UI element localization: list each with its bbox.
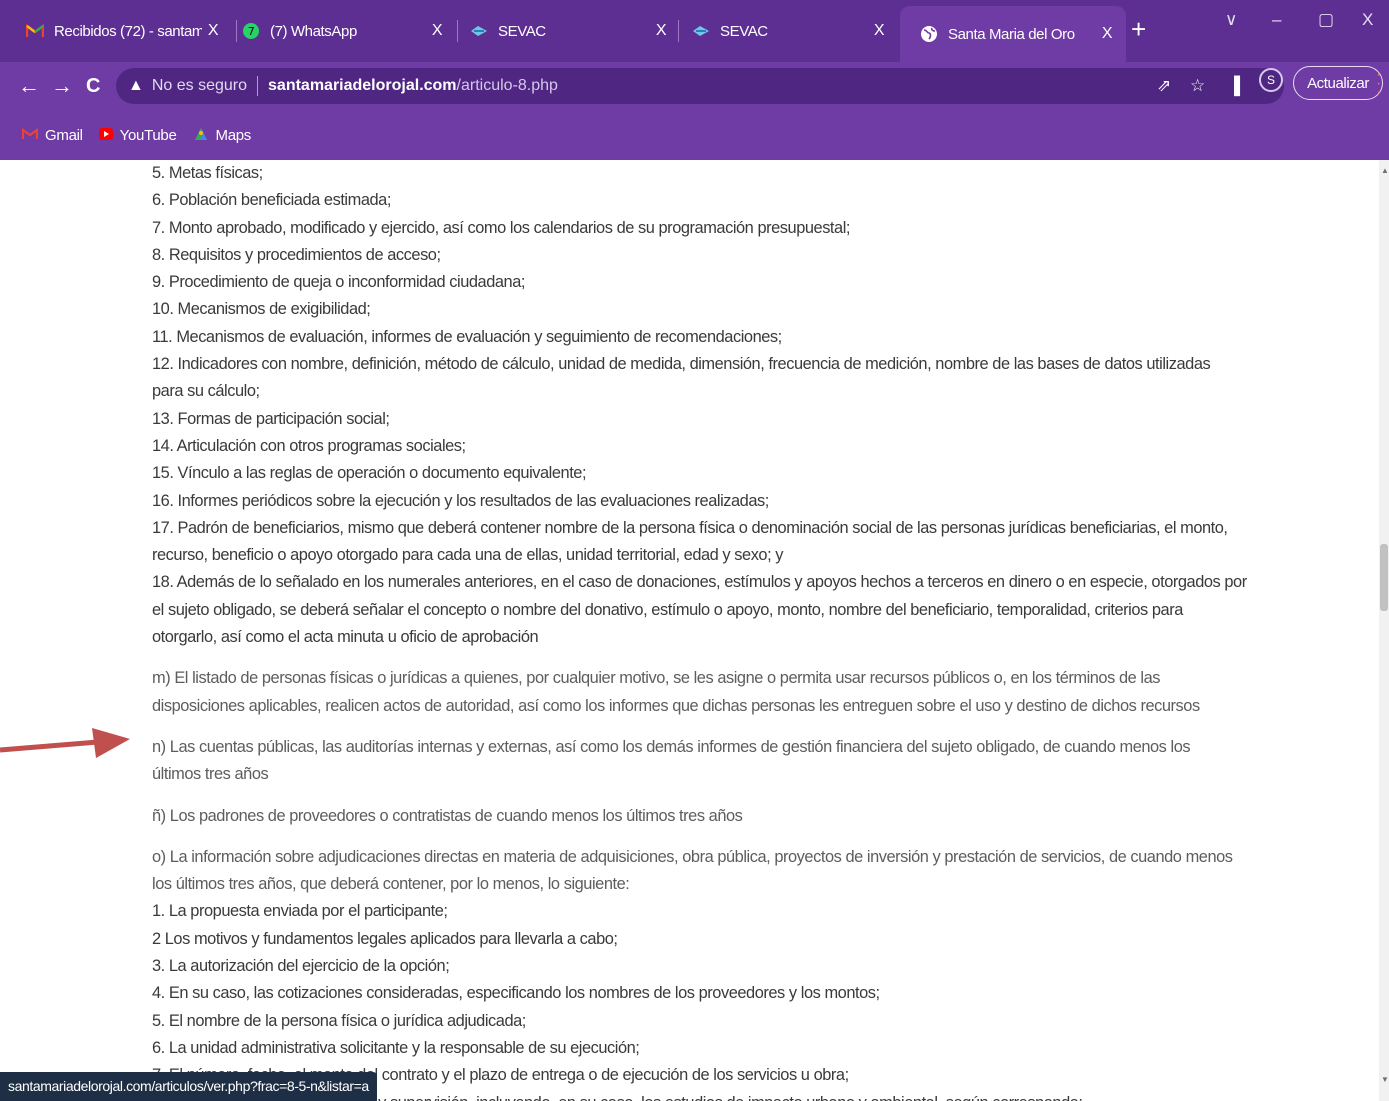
annotation-arrow <box>0 728 130 758</box>
list-item: 5. Metas físicas; <box>152 164 263 182</box>
paragraph-line: disposiciones aplicables, realicen actos… <box>152 696 1200 715</box>
list-item: 18. Además de lo señalado en los numeral… <box>152 573 1247 592</box>
security-label[interactable]: No es seguro <box>152 77 247 95</box>
list-item: 3. La autorización del ejercicio de la o… <box>152 957 450 976</box>
list-item: para su cálculo; <box>152 382 260 401</box>
paragraph-line: ñ) Los padrones de proveedores o contrat… <box>152 806 743 825</box>
close-tab-icon[interactable]: X <box>868 22 890 40</box>
bookmark-label: YouTube <box>119 126 177 144</box>
sevac-icon <box>692 22 710 40</box>
whatsapp-icon: 7 <box>242 22 260 40</box>
scroll-down-arrow-icon[interactable]: ▼ <box>1381 1075 1389 1084</box>
requirements-list: 5. Metas físicas; 6. Población beneficia… <box>152 160 1272 651</box>
new-tab-button[interactable]: + <box>1131 14 1146 44</box>
bookmarks-bar: Gmail YouTube Maps <box>0 110 1389 160</box>
list-item: 12. Indicadores con nombre, definición, … <box>152 355 1211 374</box>
tab-title: Recibidos (72) - santamaria2( <box>54 22 202 40</box>
close-tab-icon[interactable]: X <box>426 22 448 40</box>
tab-sevac-1[interactable]: SEVAC X <box>450 8 680 54</box>
youtube-icon <box>98 127 113 143</box>
list-item: recurso, beneficio o apoyo otorgado para… <box>152 546 784 565</box>
list-item: 2 Los motivos y fundamentos legales apli… <box>152 929 618 948</box>
menu-dots-icon[interactable]: · · · <box>1376 67 1381 101</box>
adjudication-list: 1. La propuesta enviada por el participa… <box>152 898 1272 1101</box>
toolbar: ← → C ▲ No es seguro santamariadelorojal… <box>0 62 1389 110</box>
list-item: 11. Mecanismos de evaluación, informes d… <box>152 327 782 346</box>
close-tab-icon[interactable]: X <box>650 22 672 40</box>
update-button[interactable]: Actualizar <box>1293 66 1383 100</box>
minimize-button[interactable]: – <box>1272 10 1281 30</box>
tab-title: Santa Maria del Oro <box>948 25 1075 43</box>
close-window-button[interactable]: X <box>1362 10 1373 30</box>
tab-strip: Recibidos (72) - santamaria2( X 7 (7) Wh… <box>0 0 1389 62</box>
list-item: 4. En su caso, las cotizaciones consider… <box>152 984 880 1003</box>
side-panel-icon[interactable]: ▐ <box>1228 76 1240 96</box>
gmail-icon <box>26 22 44 40</box>
address-divider <box>257 76 259 96</box>
list-item: 15. Vínculo a las reglas de operación o … <box>152 464 587 483</box>
back-button[interactable]: ← <box>18 72 40 100</box>
scrollbar-thumb[interactable] <box>1380 544 1388 611</box>
close-tab-icon[interactable]: X <box>1096 25 1118 43</box>
avatar[interactable]: S <box>1259 68 1283 92</box>
warning-icon[interactable]: ▲ <box>128 77 144 95</box>
tab-search-icon[interactable]: ∨ <box>1225 10 1237 30</box>
tab-title: (7) WhatsApp <box>270 22 357 40</box>
tab-title: SEVAC <box>498 22 546 40</box>
tab-whatsapp[interactable]: 7 (7) WhatsApp X <box>222 8 456 54</box>
bookmark-maps[interactable]: Maps <box>193 126 251 145</box>
item-m-link[interactable]: m) El listado de personas físicas o jurí… <box>152 665 1272 720</box>
sevac-icon <box>470 22 488 40</box>
paragraph-line: n) Las cuentas públicas, las auditorías … <box>152 737 1191 756</box>
gmail-icon <box>21 127 39 143</box>
paragraph-line: m) El listado de personas físicas o jurí… <box>152 669 1160 688</box>
list-item: 9. Procedimiento de queja o inconformida… <box>152 273 525 292</box>
list-item: el sujeto obligado, se deberá señalar el… <box>152 600 1183 619</box>
restore-button[interactable]: ▢ <box>1318 10 1334 30</box>
close-tab-icon[interactable]: X <box>202 22 224 40</box>
list-item: 10. Mecanismos de exigibilidad; <box>152 300 371 319</box>
list-item: 13. Formas de participación social; <box>152 409 390 428</box>
item-n-link[interactable]: n) Las cuentas públicas, las auditorías … <box>152 734 1272 789</box>
share-icon[interactable]: ⇗ <box>1157 76 1171 96</box>
paragraph-line: los últimos tres años, que deberá conten… <box>152 875 630 894</box>
item-o-link[interactable]: o) La información sobre adjudicaciones d… <box>152 844 1272 899</box>
list-item: 8. Requisitos y procedimientos de acceso… <box>152 245 441 264</box>
list-item: 6. La unidad administrativa solicitante … <box>152 1038 640 1057</box>
bookmark-youtube[interactable]: YouTube <box>98 126 177 144</box>
bookmark-label: Maps <box>215 126 252 144</box>
list-item: 16. Informes periódicos sobre la ejecuci… <box>152 491 769 510</box>
address-bar[interactable]: ▲ No es seguro santamariadelorojal.com /… <box>116 68 1284 104</box>
maps-icon <box>193 126 209 145</box>
list-item: 5. El nombre de la persona física o jurí… <box>152 1011 526 1030</box>
paragraph-line: últimos tres años <box>152 765 269 784</box>
article-content: 5. Metas físicas; 6. Población beneficia… <box>152 160 1272 1101</box>
globe-icon <box>920 25 938 43</box>
list-item: 14. Articulación con otros programas soc… <box>152 436 466 455</box>
list-item: otorgarlo, así como el acta minuta u ofi… <box>152 628 539 647</box>
list-item: 1. La propuesta enviada por el participa… <box>152 902 448 921</box>
item-enie-link[interactable]: ñ) Los padrones de proveedores o contrat… <box>152 803 1272 830</box>
browser-chrome: Recibidos (72) - santamaria2( X 7 (7) Wh… <box>0 0 1389 160</box>
bookmark-label: Gmail <box>45 126 83 144</box>
list-item: 17. Padrón de beneficiarios, mismo que d… <box>152 518 1228 537</box>
reload-button[interactable]: C <box>86 72 100 100</box>
tab-title: SEVAC <box>720 22 768 40</box>
list-item: 6. Población beneficiada estimada; <box>152 191 391 210</box>
tab-santa-maria[interactable]: Santa Maria del Oro X <box>900 6 1126 62</box>
tab-gmail[interactable]: Recibidos (72) - santamaria2( X <box>6 8 232 54</box>
svg-text:7: 7 <box>248 25 255 38</box>
tab-sevac-2[interactable]: SEVAC X <box>672 8 898 54</box>
bookmark-gmail[interactable]: Gmail <box>21 126 83 144</box>
vertical-scrollbar[interactable] <box>1379 160 1389 1101</box>
list-item: 7. Monto aprobado, modificado y ejercido… <box>152 218 850 237</box>
forward-button[interactable]: → <box>51 72 73 100</box>
bookmark-star-icon[interactable]: ☆ <box>1190 76 1205 96</box>
url-path[interactable]: /articulo-8.php <box>457 77 558 95</box>
status-url-bar: santamariadelorojal.com/articulos/ver.ph… <box>0 1072 377 1101</box>
scroll-up-arrow-icon[interactable]: ▲ <box>1381 166 1389 175</box>
url-host[interactable]: santamariadelorojal.com <box>268 77 457 95</box>
page-viewport: 5. Metas físicas; 6. Población beneficia… <box>0 160 1379 1101</box>
paragraph-line: o) La información sobre adjudicaciones d… <box>152 847 1233 866</box>
